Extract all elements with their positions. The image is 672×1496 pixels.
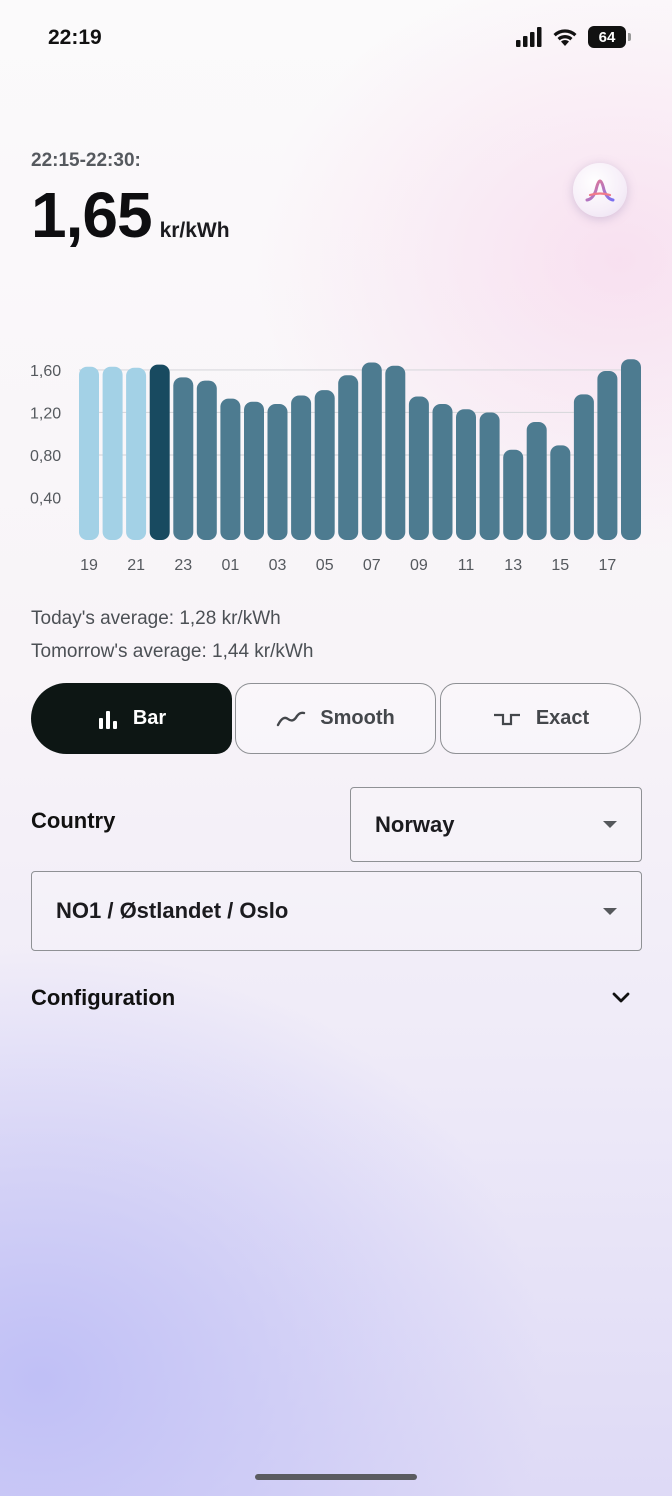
region-selected-value: NO1 / Østlandet / Oslo [56, 898, 289, 923]
chart-bar[interactable] [597, 371, 618, 540]
chart-bar[interactable] [479, 412, 500, 541]
y-tick-label: 0,80 [30, 448, 61, 465]
home-indicator[interactable] [255, 1474, 417, 1480]
configuration-label: Configuration [31, 985, 176, 1010]
chevron-down-icon [612, 992, 630, 1003]
x-tick-label: 13 [504, 557, 522, 574]
x-tick-label: 21 [127, 557, 145, 574]
y-tick-label: 1,20 [30, 405, 61, 422]
smooth-mode-label: Smooth [320, 707, 395, 729]
current-price-value: 1,65 [31, 179, 153, 251]
chart-bar[interactable] [291, 395, 312, 541]
status-bar: 22:19 64 [0, 0, 672, 76]
chart-bar[interactable] [621, 359, 641, 540]
chart-bar[interactable] [550, 445, 571, 540]
status-time: 22:19 [48, 26, 102, 49]
status-icons: 64 [516, 26, 631, 48]
chart-bar[interactable] [173, 377, 194, 540]
chart-bar[interactable] [503, 449, 524, 540]
y-tick-label: 1,60 [30, 363, 61, 380]
step-line-icon [493, 713, 520, 725]
chart-bar[interactable] [102, 366, 123, 540]
bar-mode-label: Bar [132, 707, 167, 729]
chart-bar[interactable] [220, 398, 241, 540]
chart-bar[interactable] [573, 394, 594, 540]
chart-bar[interactable] [338, 375, 359, 540]
x-tick-label: 11 [458, 557, 475, 574]
smooth-mode-button[interactable]: Smooth [235, 683, 436, 754]
chart-bar[interactable] [149, 364, 170, 540]
y-tick-label: 0,40 [30, 490, 61, 507]
x-tick-label: 15 [551, 557, 569, 574]
country-label: Country [31, 808, 116, 833]
chart-bar[interactable] [126, 367, 147, 540]
chart-bar[interactable] [456, 409, 476, 540]
current-price: 1,65 kr/kWh [31, 183, 230, 247]
bar-mode-button[interactable]: Bar [31, 683, 232, 754]
x-tick-label: 17 [599, 557, 617, 574]
chart-bar[interactable] [432, 404, 453, 540]
exact-mode-button[interactable]: Exact [440, 683, 641, 754]
x-tick-label: 19 [80, 557, 98, 574]
assistant-logo-icon[interactable] [573, 163, 627, 217]
x-tick-label: 03 [269, 557, 287, 574]
current-price-unit: kr/kWh [159, 219, 230, 242]
chart-bar[interactable] [408, 396, 429, 541]
chart-bar[interactable] [385, 365, 406, 540]
region-dropdown[interactable]: NO1 / Østlandet / Oslo [31, 871, 642, 951]
x-tick-label: 07 [363, 557, 381, 574]
chart-bar[interactable] [314, 390, 335, 540]
today-average: Today's average: 1,28 kr/kWh [31, 608, 281, 629]
country-selected-value: Norway [375, 811, 455, 837]
configuration-expander[interactable]: Configuration [31, 985, 631, 1011]
battery-icon: 64 [588, 26, 631, 48]
smooth-line-icon [277, 711, 306, 726]
assistant-logo-glyph [585, 179, 615, 202]
chart-bar[interactable] [526, 422, 547, 540]
x-tick-label: 05 [316, 557, 334, 574]
chart-bar[interactable] [196, 380, 217, 540]
bar-chart-icon [98, 710, 117, 729]
country-dropdown[interactable]: Norway [350, 787, 642, 862]
exact-mode-label: Exact [535, 707, 590, 729]
x-tick-label: 09 [410, 557, 428, 574]
x-tick-label: 23 [174, 557, 192, 574]
wifi-icon [553, 29, 577, 46]
price-bar-chart[interactable]: 1,60 1,20 0,80 0,40 19 21 23 01 03 05 07 09 11 13 15 17 [0, 330, 672, 590]
dropdown-arrow-icon [603, 821, 617, 828]
signal-icon [516, 27, 542, 47]
x-tick-label: 01 [222, 557, 240, 574]
dropdown-arrow-icon [603, 907, 617, 915]
price-interval-label: 22:15-22:30: [31, 150, 141, 171]
chart-bar[interactable] [244, 401, 264, 540]
chart-bar[interactable] [361, 362, 382, 541]
chart-bar[interactable] [267, 404, 288, 540]
tomorrow-average: Tomorrow's average: 1,44 kr/kWh [31, 641, 314, 662]
chart-bar[interactable] [79, 366, 99, 540]
